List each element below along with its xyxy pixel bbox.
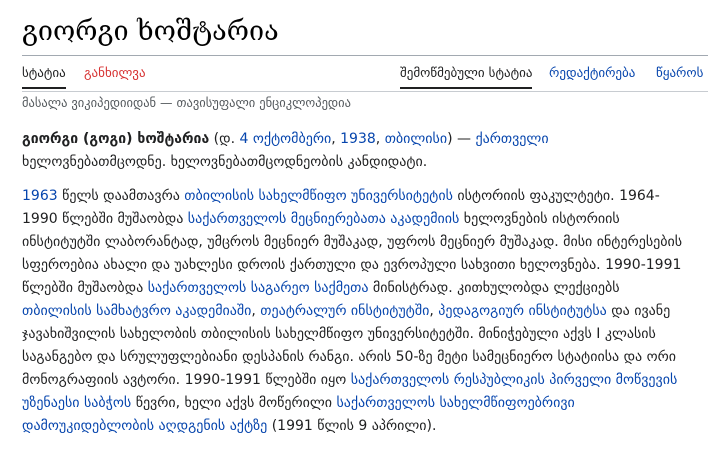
biography-paragraph: 1963 წელს დაამთავრა თბილისის სახელმწიფო …: [22, 185, 692, 438]
tbilisi-state-university-link[interactable]: თბილისის სახელმწიფო უნივერსიტეტის: [184, 188, 453, 204]
year-1963-link[interactable]: 1963: [22, 188, 58, 204]
lead-text: ) —: [447, 131, 476, 147]
lead-text: ,: [331, 131, 341, 147]
subject-name: გიორგი (გოგი) ხოშტარია: [22, 131, 210, 147]
academy-of-sciences-link[interactable]: საქართველოს მეცნიერებათა აკადემიის: [188, 211, 460, 227]
body-text: წევრი, ხელი აქვს მოწერილი: [131, 395, 337, 411]
tab-edit[interactable]: რედაქტირება: [549, 66, 635, 88]
page-tabs: სტატია განხილვა შემოწმებული სტატია რედაქ…: [22, 58, 703, 92]
page-title: გიორგი ხოშტარია: [22, 16, 279, 47]
tab-read[interactable]: შემოწმებული სტატია: [400, 66, 533, 89]
tab-talk[interactable]: განხილვა: [84, 66, 146, 88]
body-text: მინისტრად. კითხულობდა ლექციებს: [368, 280, 620, 296]
lead-paragraph: გიორგი (გოგი) ხოშტარია (დ. 4 ოქტომბერი, …: [22, 128, 692, 174]
academy-of-arts-link[interactable]: თბილისის სამხატვრო აკადემიაში: [22, 303, 251, 319]
site-tagline: მასალა ვიკიპედიიდან — თავისუფალი ენციკლო…: [22, 95, 351, 110]
body-text: ,: [429, 303, 439, 319]
birth-year-link[interactable]: 1938: [340, 131, 376, 147]
nationality-link[interactable]: ქართველი: [475, 131, 548, 147]
body-text: ,: [251, 303, 261, 319]
pedagogical-institute-link[interactable]: პედაგოგიურ ინსტიტუტსა: [438, 303, 607, 319]
tab-history[interactable]: წყაროს: [656, 66, 703, 88]
lead-text: (დ.: [209, 131, 240, 147]
title-divider: [22, 55, 708, 56]
body-text: წელს დაამთავრა: [57, 188, 185, 204]
article-page: გიორგი ხოშტარია სტატია განხილვა შემოწმებ…: [0, 0, 708, 442]
article-body: გიორგი (გოგი) ხოშტარია (დ. 4 ოქტომბერი, …: [22, 128, 692, 449]
tab-article[interactable]: სტატია: [22, 66, 66, 89]
lead-text: ხელოვნებათმცოდნე. ხელოვნებათმცოდნეობის კ…: [22, 154, 428, 170]
lead-text: ,: [375, 131, 385, 147]
foreign-affairs-link[interactable]: საქართველოს საგარეო საქმეთა: [148, 280, 369, 296]
theatre-institute-link[interactable]: თეატრალურ ინსტიტუტში: [260, 303, 429, 319]
birth-city-link[interactable]: თბილისი: [385, 131, 447, 147]
birth-day-link[interactable]: 4 ოქტომბერი: [239, 131, 331, 147]
body-text: (1991 წლის 9 აპრილი).: [267, 418, 437, 434]
tabs-divider: [22, 91, 708, 92]
